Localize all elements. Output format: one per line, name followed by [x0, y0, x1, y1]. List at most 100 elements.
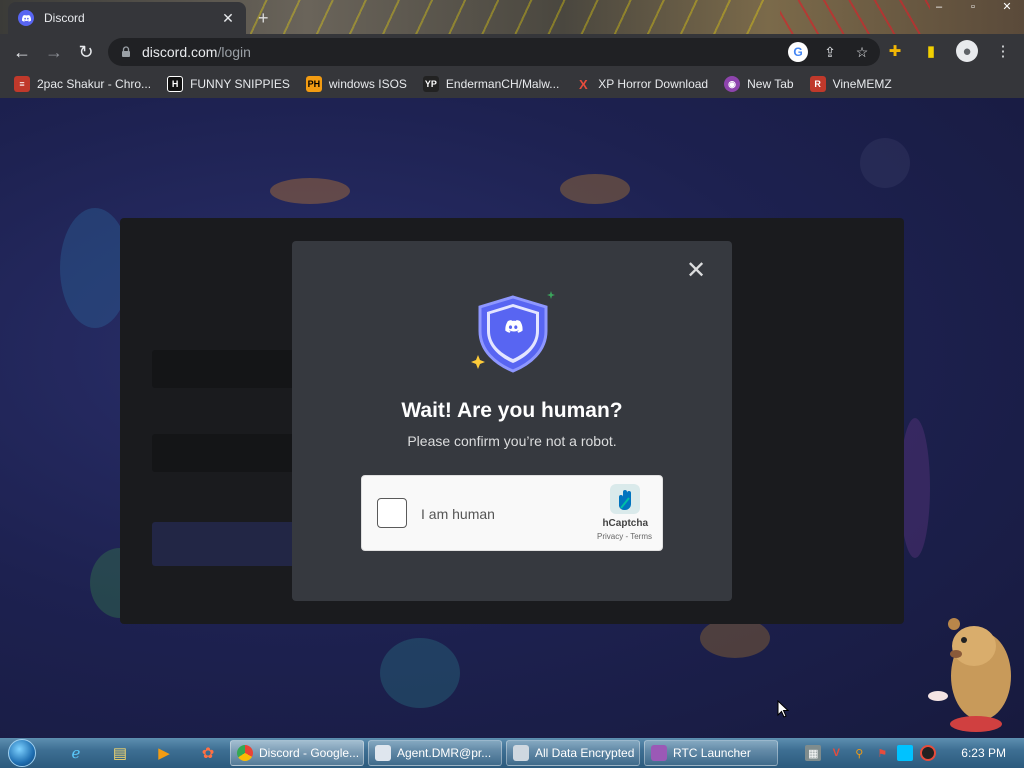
captcha-label: I am human [421, 506, 495, 522]
bookmark-star-icon[interactable]: ☆ [852, 42, 872, 62]
tab-discord[interactable]: Discord ✕ [8, 2, 246, 34]
file-explorer-icon[interactable]: ▤ [102, 740, 138, 766]
lock-icon [122, 46, 130, 57]
tab-close-icon[interactable]: ✕ [220, 10, 236, 27]
reload-icon[interactable]: ↻ [70, 36, 102, 68]
bookmark-label: FUNNY SNIPPIES [190, 77, 290, 91]
hcaptcha-logo-icon [610, 484, 640, 514]
captcha-checkbox[interactable] [377, 498, 407, 528]
bookmark-label: 2pac Shakur - Chro... [37, 77, 152, 91]
discord-shield-icon [471, 291, 555, 373]
bookmark-item[interactable]: H FUNNY SNIPPIES [167, 76, 290, 92]
side-panel-icon[interactable]: ▮ [920, 40, 942, 62]
toolbar-right-tools: ✚ ▮ ● ⋮ [884, 40, 1014, 62]
share-icon[interactable]: ⇪ [820, 42, 840, 62]
google-lens-icon[interactable]: G [788, 42, 808, 62]
captcha-modal: ✕ Wait! Are you human? Please confirm yo… [292, 241, 732, 601]
bookmark-favicon-icon: X [578, 76, 588, 92]
pinned-apps: ℯ ▤ ▶ ✿ [44, 740, 226, 766]
taskbar-clock[interactable]: 6:23 PM [961, 746, 1006, 760]
browser-tab-strip: Discord ✕ + – ▫ ✕ [0, 0, 1024, 34]
wallpaper-scribble [780, 0, 930, 34]
menu-kebab-icon[interactable]: ⋮ [992, 40, 1014, 62]
wallpaper-scribble [250, 0, 770, 34]
taskbar-window-rtc[interactable]: RTC Launcher [644, 740, 778, 766]
system-tray: ▦ V ⚲ ⚑ 6:23 PM [805, 738, 1024, 768]
hcaptcha-widget: I am human hCaptcha Privacy - Terms [361, 475, 663, 551]
taskbar-window-label: RTC Launcher [673, 746, 751, 760]
url-host: discord.com [142, 44, 218, 60]
tray-volume-icon[interactable] [920, 745, 937, 761]
bookmark-favicon-icon: ◉ [724, 76, 741, 92]
bookmark-label: windows ISOS [328, 77, 407, 91]
extensions-puzzle-icon[interactable]: ✚ [884, 40, 906, 62]
back-arrow-icon[interactable]: ← [6, 36, 38, 68]
chrome-icon [237, 745, 253, 761]
bookmark-favicon-icon: H [167, 76, 184, 92]
email-field[interactable] [152, 350, 312, 388]
bookmark-label: XP Horror Download [598, 77, 709, 91]
bookmark-favicon-icon: ≡ [14, 76, 30, 92]
profile-avatar-icon[interactable]: ● [956, 40, 978, 62]
forward-arrow-icon[interactable]: → [38, 36, 70, 68]
bookmark-item[interactable]: ◉ New Tab [724, 76, 794, 92]
discord-login-page: ✕ Wait! Are you human? Please confirm yo… [0, 98, 1024, 738]
background-art [700, 618, 770, 658]
tray-search-icon[interactable]: ⚲ [851, 745, 867, 761]
bookmark-item[interactable]: PH windows ISOS [305, 76, 407, 92]
hamster-desktop-pet-icon [928, 618, 1011, 732]
windows-logo-icon [8, 739, 36, 767]
tray-flag-icon[interactable]: ⚑ [874, 745, 890, 761]
notepad-icon [375, 745, 391, 761]
tray-app-icon[interactable]: ▦ [805, 745, 822, 761]
background-art [900, 418, 930, 558]
app-launcher-icon[interactable]: ✿ [190, 740, 226, 766]
media-player-icon[interactable]: ▶ [146, 740, 182, 766]
discord-favicon-icon [18, 10, 34, 26]
browser-toolbar: ← → ↻ discord.com/login G ⇪ ☆ ✚ ▮ ● ⋮ [0, 34, 1024, 70]
start-button[interactable] [0, 738, 44, 768]
window-icon [513, 745, 529, 761]
background-art [380, 638, 460, 708]
url-path: /login [217, 44, 251, 60]
minimize-button[interactable]: – [922, 0, 956, 16]
login-button[interactable] [152, 522, 312, 566]
bookmark-favicon-icon: PH [305, 76, 322, 92]
bookmarks-bar: ≡ 2pac Shakur - Chro... H FUNNY SNIPPIES P… [0, 70, 1024, 98]
bookmark-item[interactable]: YP EndermanCH/Malw... [422, 76, 560, 92]
bookmark-favicon-icon: R [809, 76, 826, 92]
new-tab-button[interactable]: + [258, 8, 269, 29]
background-art [860, 138, 910, 188]
bookmark-label: VineMEMZ [832, 77, 892, 91]
tab-title: Discord [44, 11, 85, 25]
bookmark-item[interactable]: X XP Horror Download [575, 76, 708, 92]
internet-explorer-icon[interactable]: ℯ [58, 740, 94, 766]
windows-taskbar: ℯ ▤ ▶ ✿ Discord - Google... Agent.DMR@pr… [0, 738, 1024, 768]
background-art [560, 174, 630, 204]
window-controls: – ▫ ✕ [922, 0, 1024, 16]
tray-monitor-icon[interactable] [897, 745, 914, 761]
window-close-button[interactable]: ✕ [990, 0, 1024, 16]
password-field[interactable] [152, 434, 312, 472]
background-art [270, 178, 350, 204]
hcaptcha-brand: hCaptcha [602, 518, 648, 529]
taskbar-window-agent[interactable]: Agent.DMR@pr... [368, 740, 502, 766]
bookmark-label: EndermanCH/Malw... [445, 77, 560, 91]
address-bar[interactable]: discord.com/login G ⇪ ☆ [108, 38, 880, 66]
modal-title: Wait! Are you human? [401, 399, 623, 422]
maximize-button[interactable]: ▫ [956, 0, 990, 16]
bookmark-item[interactable]: ≡ 2pac Shakur - Chro... [14, 76, 151, 92]
bookmark-label: New Tab [747, 77, 794, 91]
bookmark-favicon-icon: YP [422, 76, 439, 92]
mouse-cursor-icon [777, 700, 789, 718]
address-bar-actions: G ⇪ ☆ [788, 42, 872, 62]
taskbar-window-encrypted[interactable]: All Data Encrypted [506, 740, 640, 766]
tray-app-icon[interactable]: V [828, 745, 844, 761]
taskbar-window-label: Agent.DMR@pr... [397, 746, 492, 760]
taskbar-window-label: Discord - Google... [259, 746, 360, 760]
hcaptcha-privacy-terms-link[interactable]: Privacy - Terms [597, 532, 652, 541]
bookmark-item[interactable]: R VineMEMZ [809, 76, 892, 92]
modal-subtitle: Please confirm you’re not a robot. [407, 433, 617, 449]
taskbar-window-chrome[interactable]: Discord - Google... [230, 740, 364, 766]
close-icon[interactable]: ✕ [684, 259, 708, 283]
